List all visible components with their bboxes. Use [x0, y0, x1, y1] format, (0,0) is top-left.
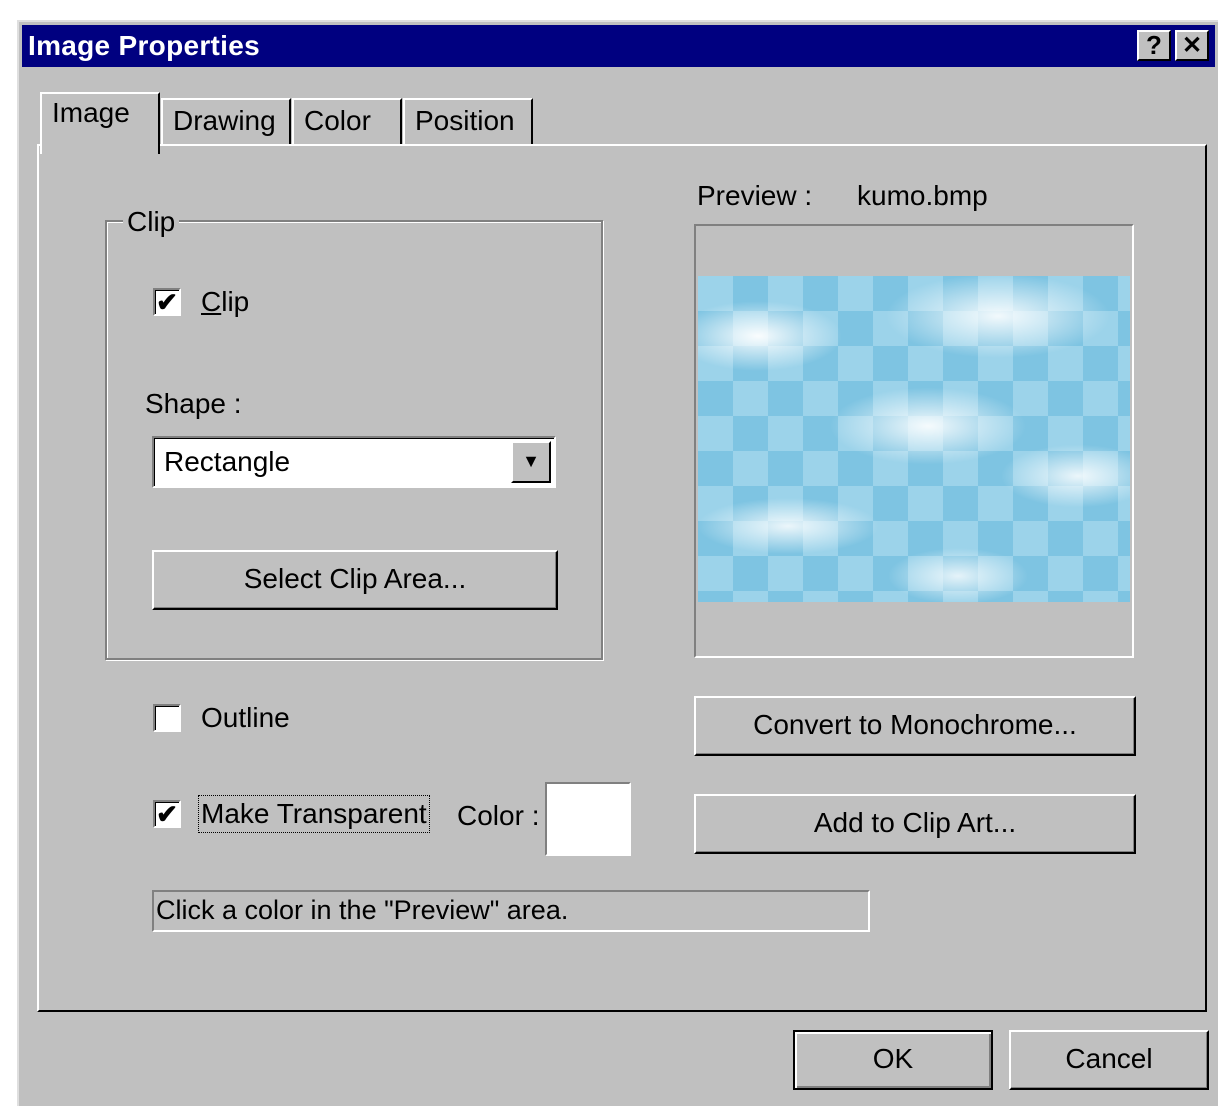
shape-select-value: Rectangle	[164, 446, 291, 477]
make-transparent-label[interactable]: Make Transparent	[198, 795, 430, 833]
preview-filename: kumo.bmp	[857, 180, 988, 211]
make-transparent-checkbox[interactable]: ✔	[153, 800, 181, 828]
transparent-color-swatch	[545, 782, 631, 856]
clip-checkbox[interactable]: ✔	[153, 288, 181, 316]
title-bar[interactable]: Image Properties ? ✕	[22, 25, 1215, 67]
tab-image[interactable]: Image	[40, 92, 160, 154]
add-to-clip-art-button[interactable]: Add to Clip Art...	[694, 794, 1136, 854]
cancel-button[interactable]: Cancel	[1009, 1030, 1209, 1090]
tab-position[interactable]: Position	[403, 98, 533, 146]
preview-image[interactable]	[698, 276, 1130, 602]
preview-area[interactable]	[694, 224, 1134, 658]
clip-checkbox-label[interactable]: Clip	[201, 286, 249, 318]
ok-button[interactable]: OK	[793, 1030, 993, 1090]
clip-label-rest: lip	[221, 286, 250, 317]
shape-select[interactable]: Rectangle ▼	[152, 436, 556, 488]
tab-color[interactable]: Color	[292, 98, 402, 146]
convert-to-monochrome-button[interactable]: Convert to Monochrome...	[694, 696, 1136, 756]
help-button[interactable]: ?	[1137, 30, 1171, 61]
outline-checkbox[interactable]	[153, 704, 181, 732]
chevron-down-icon[interactable]: ▼	[511, 441, 551, 483]
select-clip-area-button[interactable]: Select Clip Area...	[152, 550, 558, 610]
outline-label[interactable]: Outline	[201, 702, 290, 734]
preview-label: Preview :	[697, 180, 813, 211]
tab-drawing[interactable]: Drawing	[161, 98, 291, 146]
close-button[interactable]: ✕	[1175, 30, 1209, 61]
image-properties-dialog: Image Properties ? ✕ Image Drawing Color…	[17, 20, 1218, 1106]
color-label: Color :	[457, 800, 540, 831]
window-title: Image Properties	[28, 30, 260, 61]
clip-group-legend: Clip	[123, 206, 180, 238]
shape-label: Shape :	[145, 388, 242, 419]
status-message: Click a color in the "Preview" area.	[152, 890, 870, 932]
